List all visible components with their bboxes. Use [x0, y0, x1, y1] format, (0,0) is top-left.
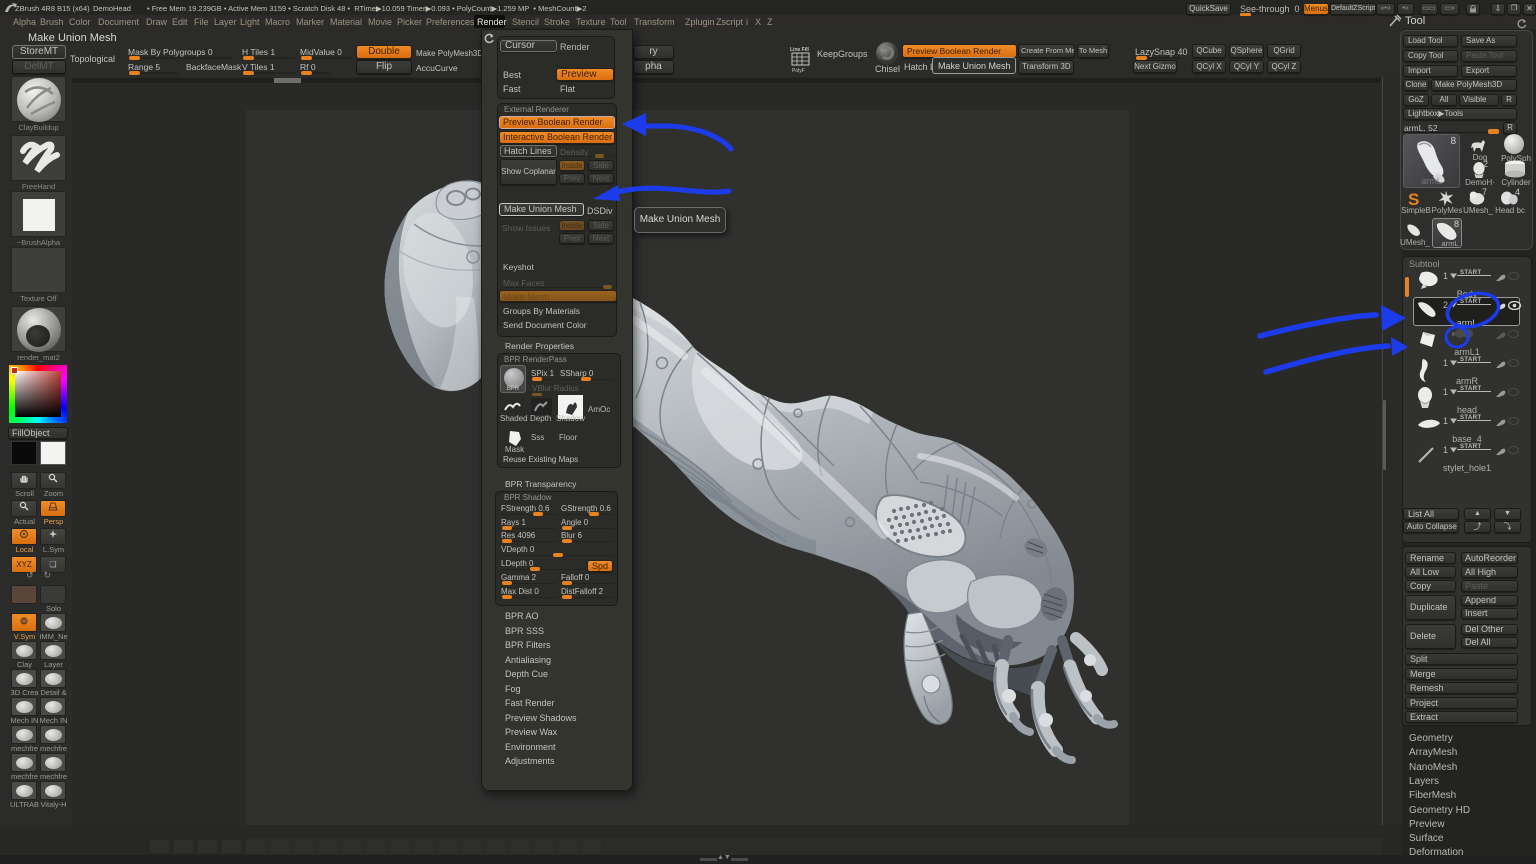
svg-text:Line Fill: Line Fill — [790, 47, 810, 53]
svg-text:PolyF: PolyF — [792, 68, 805, 73]
svg-text:S: S — [1408, 190, 1419, 206]
